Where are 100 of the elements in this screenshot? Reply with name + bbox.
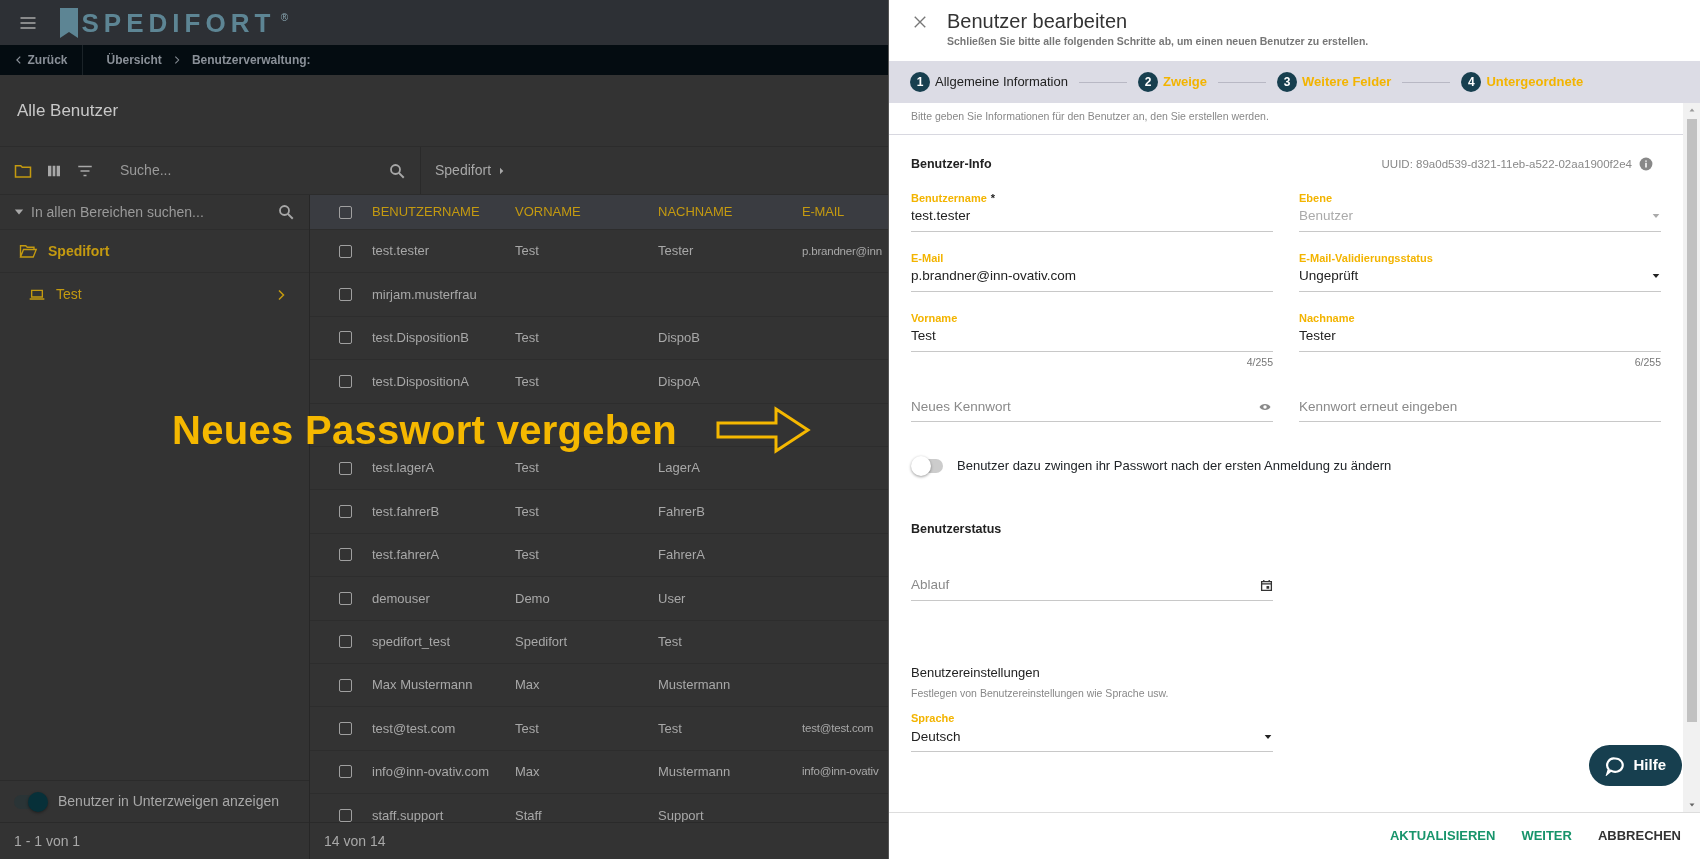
column-header[interactable]: BENUTZERNAME: [372, 202, 515, 222]
scrollbar[interactable]: [1683, 103, 1700, 812]
row-count-text: 14 von 14: [324, 831, 386, 851]
password-field[interactable]: Kennwort erneut eingeben: [1299, 372, 1661, 423]
select-field[interactable]: Sprache Deutsch: [911, 707, 1273, 752]
table-cell-text: Test: [658, 719, 683, 738]
row-checkbox[interactable]: [339, 331, 352, 345]
input-field[interactable]: E-Mail p.brandner@inn-ovativ.com: [911, 241, 1273, 292]
row-checkbox[interactable]: [339, 722, 352, 735]
table-cell-text: test.lagerA: [372, 459, 436, 478]
breadcrumb-item-link[interactable]: Übersicht: [106, 51, 162, 69]
section-heading: Benutzereinstellungen: [911, 663, 1041, 682]
logo: SPEDIFORT: [81, 9, 276, 36]
bookmark-icon: [60, 7, 78, 38]
row-checkbox[interactable]: [339, 548, 352, 562]
row-checkbox[interactable]: [339, 505, 352, 519]
table-cell-text: test.fahrerB: [372, 502, 441, 521]
search-icon: [277, 203, 295, 221]
table-cell-text: Test: [515, 242, 540, 261]
table-cell-text: test@test.com: [372, 719, 457, 738]
action-button[interactable]: WEITER: [1512, 820, 1581, 852]
table-cell-text: Test: [515, 546, 540, 565]
search-field[interactable]: Suche...: [120, 160, 420, 181]
back-link[interactable]: Zurück: [14, 51, 68, 69]
row-checkbox[interactable]: [339, 591, 352, 605]
arrow-icon: [714, 405, 811, 455]
intro-text: Bitte geben Sie Informationen für den Benutzer an, den Sie erstellen werden.: [889, 103, 1683, 135]
tree-item[interactable]: Test: [0, 273, 309, 316]
table-cell-text: Support: [658, 806, 705, 822]
breadcrumb-item-link[interactable]: Benutzerverwaltung:: [191, 51, 311, 69]
path-link[interactable]: Spedifort: [435, 160, 492, 181]
calendar-icon: [1260, 578, 1273, 592]
table-cell-text: p.brandner@inn: [802, 243, 882, 259]
info-icon: [1639, 157, 1653, 172]
folder-open-icon: [18, 242, 38, 260]
input-field[interactable]: Benutzername * test.tester: [911, 181, 1273, 232]
table-cell-text: Test: [515, 502, 540, 521]
trademark-mark: ®: [280, 10, 289, 25]
section-description: Festlegen von Benutzereinstellungen wie Sprache usw.: [911, 686, 1170, 701]
table-cell-text: DispoB: [658, 329, 701, 348]
table-cell-text: Test: [515, 372, 540, 391]
step-tab[interactable]: 4 Untergeordnete: [1461, 72, 1584, 92]
scroll-down-icon: [1687, 802, 1696, 808]
table-cell-text: FahrerA: [658, 546, 706, 565]
close-button[interactable]: [913, 15, 927, 29]
table-cell-text: mirjam.musterfrau: [372, 285, 478, 304]
table-cell-text: test.DispositionB: [372, 329, 470, 348]
action-button[interactable]: AKTUALISIEREN: [1380, 820, 1505, 852]
date-field[interactable]: Ablauf: [911, 550, 1273, 601]
table-cell-text: test@test.com: [802, 720, 874, 736]
row-checkbox[interactable]: [339, 678, 352, 692]
table-cell-text: Max: [515, 676, 541, 695]
toggle-label: Benutzer in Unterzweigen anzeigen: [58, 792, 280, 811]
table-cell-text: Staff: [515, 806, 543, 822]
annotation-text: Neues Passwort vergeben: [172, 407, 677, 454]
toggle-switch[interactable]: [913, 459, 943, 473]
input-field[interactable]: Vorname Test: [911, 301, 1273, 352]
scroll-up-icon: [1687, 107, 1696, 113]
table-cell-text: Tester: [658, 242, 695, 261]
column-header[interactable]: E-MAIL: [802, 202, 845, 222]
action-button[interactable]: ABBRECHEN: [1588, 820, 1690, 852]
section-heading: Benutzerstatus: [911, 520, 1003, 538]
tree-search-field[interactable]: In allen Bereichen suchen...: [0, 195, 309, 230]
table-cell-text: Test: [515, 719, 540, 738]
table-cell-text: Spedifort: [515, 632, 569, 651]
table-cell-text: Max: [515, 763, 541, 782]
step-tab[interactable]: 2 Zweige: [1137, 72, 1208, 92]
row-checkbox[interactable]: [339, 635, 352, 649]
table-cell-text: Test: [658, 632, 683, 651]
row-checkbox[interactable]: [339, 244, 352, 258]
caret-down-icon: [14, 207, 24, 217]
table-cell-text: User: [658, 589, 687, 608]
help-button[interactable]: Hilfe: [1589, 745, 1682, 786]
select-field[interactable]: E-Mail-Validierungsstatus Ungeprüft: [1299, 241, 1661, 292]
select-all-checkbox[interactable]: [339, 205, 352, 219]
toggle-label: Benutzer dazu zwingen ihr Passwort nach der ersten Anmeldung zu ändern: [957, 457, 1392, 476]
row-checkbox[interactable]: [339, 288, 352, 302]
input-field[interactable]: Nachname Tester: [1299, 301, 1661, 352]
table-cell-text: Mustermann: [658, 763, 732, 782]
step-tab[interactable]: 3 Weitere Felder: [1277, 72, 1392, 92]
column-header[interactable]: VORNAME: [515, 202, 658, 222]
search-icon: [388, 161, 406, 180]
table-cell-text: LagerA: [658, 459, 701, 478]
character-counter: 4/255: [1245, 354, 1273, 370]
uuid-text: UUID: 89a0d539-d321-11eb-a522-02aa1900f2e4: [1381, 156, 1632, 172]
table-cell-text: DispoA: [658, 372, 701, 391]
column-header[interactable]: NACHNAME: [658, 202, 802, 222]
row-checkbox[interactable]: [339, 374, 352, 388]
table-cell-text: test.tester: [372, 242, 431, 261]
row-checkbox[interactable]: [339, 808, 352, 822]
tree-item[interactable]: Spedifort: [0, 230, 309, 273]
table-cell-text: info@inn-ovativ.com: [372, 763, 490, 782]
password-field[interactable]: Neues Kennwort: [911, 372, 1273, 423]
drawer-subtitle: Schließen Sie bitte alle folgenden Schritte ab, um einen neuen Benutzer zu erstellen.: [947, 34, 1369, 49]
table-cell-text: Max Mustermann: [372, 676, 474, 695]
step-tab[interactable]: 1 Allgemeine Information: [910, 72, 1068, 92]
row-checkbox[interactable]: [339, 765, 352, 779]
drawer-title: Benutzer bearbeiten: [947, 9, 1129, 34]
section-heading: Benutzer-Info: [911, 155, 992, 173]
row-checkbox[interactable]: [339, 461, 352, 475]
